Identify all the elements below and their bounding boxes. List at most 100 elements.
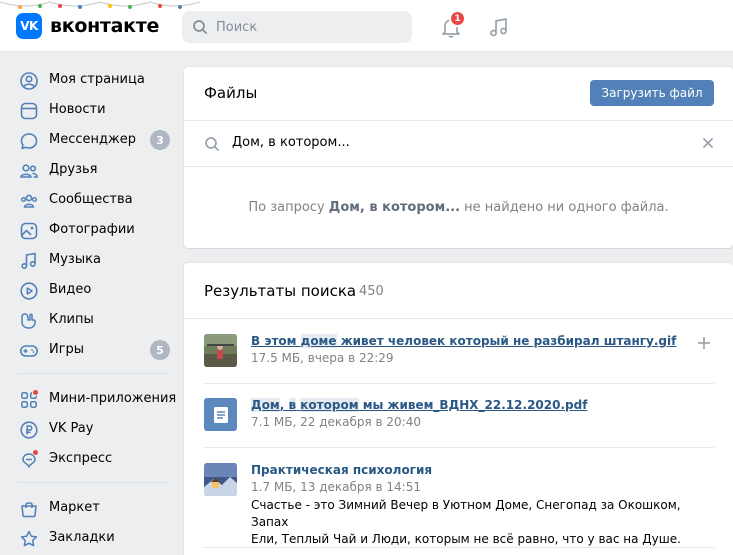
- communities-icon: [21, 194, 37, 208]
- mini-apps-notification-dot: [32, 389, 39, 396]
- list-item[interactable]: В этом доме живет человек который не раз…: [204, 334, 714, 370]
- user-circle-icon: [20, 72, 38, 90]
- search-input[interactable]: [216, 19, 396, 35]
- notifications-badge: 1: [449, 10, 466, 27]
- files-panel: Файлы Загрузить файл Дом, в котором... П…: [184, 67, 733, 248]
- sidebar-item-label: Экспресс: [49, 451, 113, 466]
- title-highlight: в: [288, 398, 297, 412]
- add-icon[interactable]: [697, 336, 711, 350]
- sidebar-item-label: Маркет: [49, 500, 100, 515]
- sidebar-item-video[interactable]: Видео: [0, 275, 183, 305]
- sidebar-item-bookmarks[interactable]: Закладки: [0, 523, 183, 553]
- sidebar-item-music[interactable]: Музыка: [0, 245, 183, 275]
- vkpay-icon: [20, 421, 38, 439]
- divider: [204, 547, 714, 548]
- sidebar-item-games[interactable]: Игры 5: [0, 335, 183, 365]
- list-item[interactable]: Практическая психология 1.7 МБ, 13 декаб…: [204, 463, 714, 546]
- page-title: Файлы: [204, 84, 258, 102]
- document-icon: [204, 398, 237, 431]
- message-icon: [20, 133, 38, 150]
- news-icon: [20, 102, 38, 120]
- sidebar-item-express[interactable]: Экспресс: [0, 444, 183, 474]
- title-highlight: Дом: [251, 398, 280, 412]
- sidebar-item-label: Закладки: [49, 530, 115, 545]
- empty-query: Дом, в котором...: [328, 200, 461, 215]
- title-part: ,: [279, 398, 289, 412]
- file-thumbnail: [204, 334, 237, 367]
- divider: [204, 447, 714, 448]
- sidebar-item-label: Мессенджер: [49, 132, 136, 147]
- messenger-count-badge: 3: [150, 130, 170, 150]
- file-meta: 7.1 МБ, 22 декабря в 20:40: [251, 415, 421, 429]
- sidebar-item-label: Мини-приложения: [49, 391, 177, 406]
- title-part: мы живем_ВДНХ_22.12.2020.pdf: [358, 398, 588, 412]
- photo-icon: [20, 222, 38, 240]
- title-highlight: доме: [300, 334, 337, 348]
- search-results-panel: Результаты поиска 450 В этом доме живет …: [184, 263, 733, 555]
- sidebar-item-vk-pay[interactable]: VK Pay: [0, 414, 183, 444]
- divider: [184, 318, 733, 319]
- sidebar-item-my-page[interactable]: Моя страница: [0, 65, 183, 95]
- music-player-icon[interactable]: [487, 15, 511, 39]
- sidebar-item-label: Сообщества: [49, 192, 133, 207]
- video-icon: [20, 282, 38, 300]
- market-icon: [21, 502, 37, 518]
- empty-suffix: не найдено ни одного файла.: [460, 200, 669, 215]
- sidebar-item-label: Клипы: [49, 312, 94, 327]
- vk-logo[interactable]: VK вконтакте: [16, 13, 159, 39]
- gamepad-icon: [19, 345, 38, 357]
- sidebar-item-label: Фотографии: [49, 222, 135, 237]
- sidebar-item-label: Игры: [49, 342, 85, 357]
- sidebar-item-photos[interactable]: Фотографии: [0, 215, 183, 245]
- sidebar-item-label: Новости: [49, 102, 106, 117]
- divider: [184, 120, 733, 121]
- clips-icon: [21, 313, 36, 329]
- search-icon: [205, 137, 219, 151]
- vk-logo-icon: VK: [16, 13, 42, 39]
- description-line: Счастье - это Зимний Вечер в Уютном Доме…: [251, 498, 681, 529]
- file-title-link[interactable]: Практическая психология: [251, 463, 432, 477]
- sidebar-item-news[interactable]: Новости: [0, 95, 183, 125]
- close-icon[interactable]: [702, 137, 714, 149]
- upload-file-button[interactable]: Загрузить файл: [590, 80, 714, 106]
- sidebar-item-friends[interactable]: Друзья: [0, 155, 183, 185]
- divider: [204, 383, 714, 384]
- sidebar-item-market[interactable]: Маркет: [0, 493, 183, 523]
- left-sidebar: Моя страница Новости Мессенджер 3 Друзья…: [0, 52, 183, 555]
- divider: [184, 166, 733, 167]
- empty-result-message: По запросу Дом, в котором... не найдено …: [184, 200, 733, 215]
- express-notification-dot: [32, 449, 39, 456]
- list-item[interactable]: Дом, в котором мы живем_ВДНХ_22.12.2020.…: [204, 398, 714, 434]
- file-title-link[interactable]: Дом, в котором мы живем_ВДНХ_22.12.2020.…: [251, 398, 587, 412]
- sidebar-divider: [18, 373, 168, 374]
- winter-preview-image: [204, 463, 237, 496]
- title-part: живет человек который не разбирал штангу…: [336, 334, 677, 348]
- sidebar-divider: [18, 482, 168, 483]
- file-meta: 1.7 МБ, 13 декабря в 14:51: [251, 480, 421, 494]
- top-header: VK вконтакте 1: [0, 0, 733, 52]
- gif-preview-image: [204, 334, 237, 367]
- music-icon: [21, 252, 36, 270]
- file-thumbnail: [204, 463, 237, 496]
- file-meta: 17.5 МБ, вчера в 22:29: [251, 351, 394, 365]
- bookmark-icon: [20, 530, 38, 547]
- sidebar-item-messenger[interactable]: Мессенджер 3: [0, 125, 183, 155]
- search-icon: [193, 20, 207, 34]
- header-search[interactable]: [182, 11, 412, 43]
- file-title-link[interactable]: В этом доме живет человек который не раз…: [251, 334, 676, 348]
- garland-decoration: [0, 1, 200, 9]
- results-title: Результаты поиска: [204, 282, 357, 300]
- sidebar-item-label: Видео: [49, 282, 92, 297]
- file-description: Счастье - это Зимний Вечер в Уютном Доме…: [251, 497, 691, 548]
- files-search-input[interactable]: Дом, в котором...: [232, 135, 350, 150]
- sidebar-item-mini-apps[interactable]: Мини-приложения: [0, 384, 183, 414]
- sidebar-item-label: VK Pay: [49, 421, 94, 436]
- sidebar-item-label: Музыка: [49, 252, 101, 267]
- sidebar-item-clips[interactable]: Клипы: [0, 305, 183, 335]
- sidebar-item-label: Друзья: [49, 162, 98, 177]
- friends-icon: [20, 164, 38, 178]
- games-count-badge: 5: [150, 340, 170, 360]
- logo-text: вконтакте: [50, 15, 160, 37]
- sidebar-item-communities[interactable]: Сообщества: [0, 185, 183, 215]
- results-count: 450: [359, 284, 384, 299]
